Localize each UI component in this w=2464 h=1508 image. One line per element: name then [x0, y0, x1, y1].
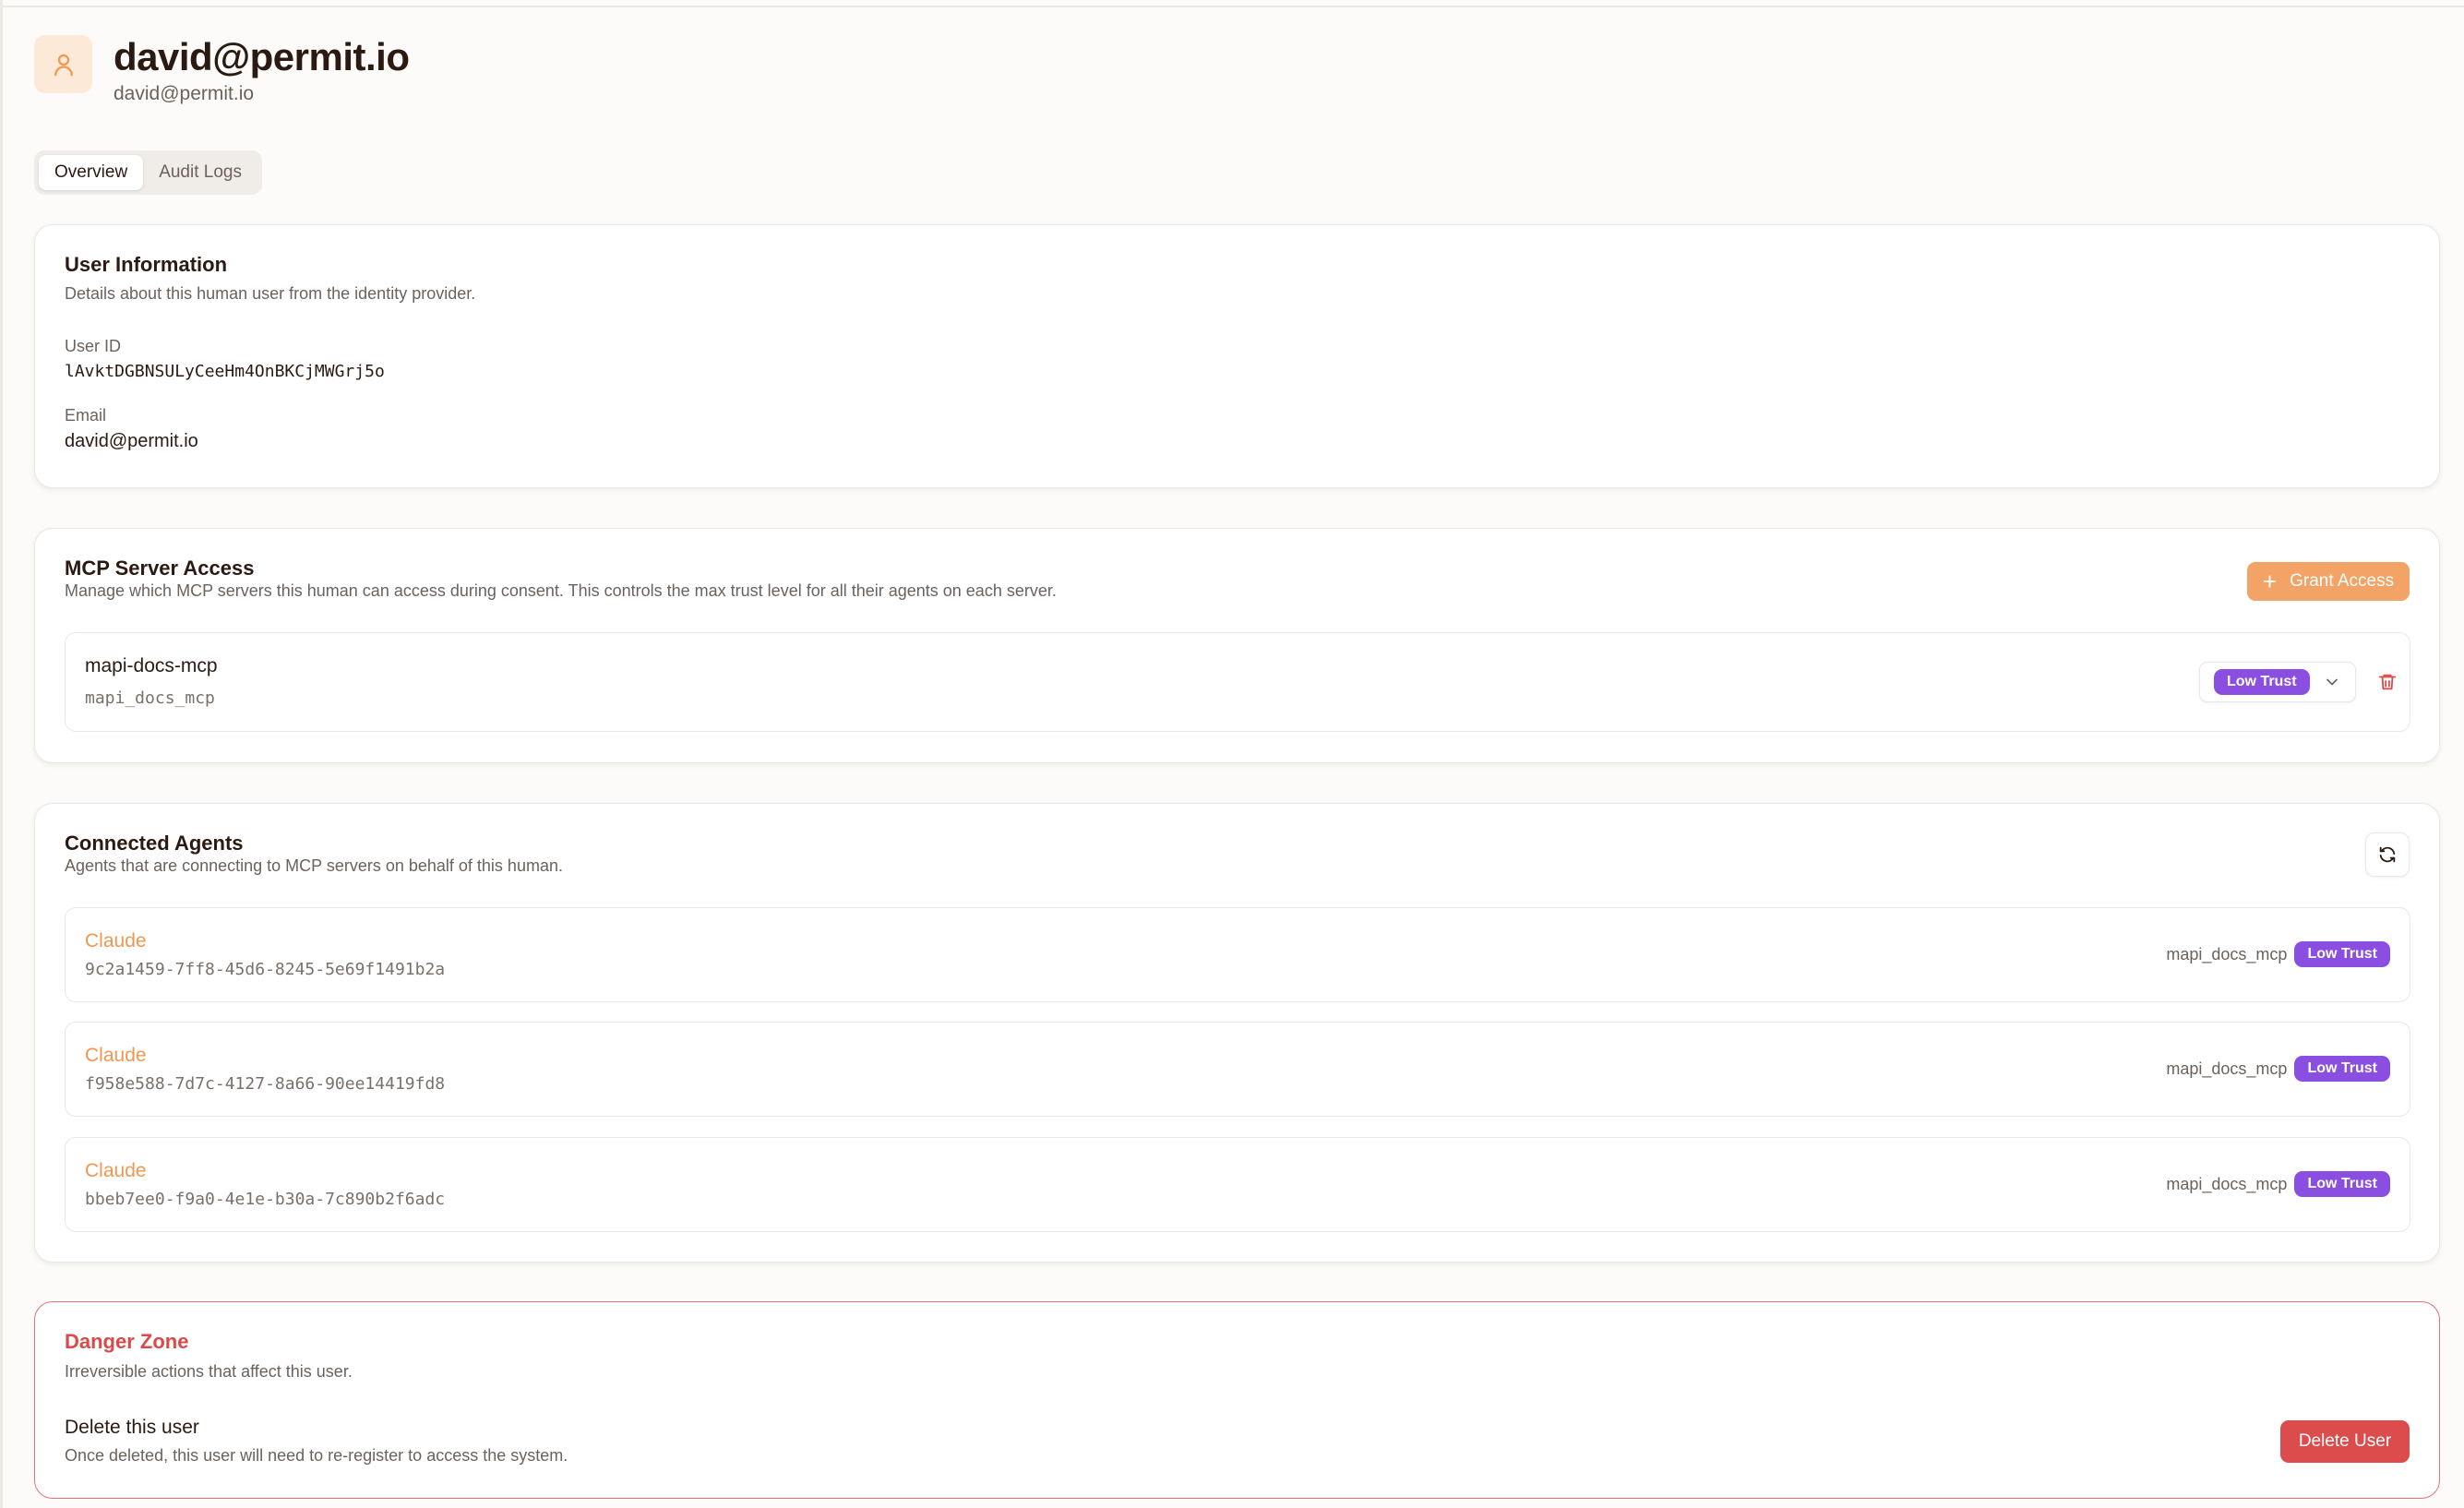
grant-access-label: Grant Access [2290, 571, 2395, 591]
agent-id: bbeb7ee0-f9a0-4e1e-b30a-7c890b2f6adc [85, 1190, 446, 1209]
chevron-down-icon [2326, 678, 2338, 686]
trust-badge: Low Trust [2214, 669, 2310, 695]
trust-badge: Low Trust [2294, 1171, 2390, 1197]
agent-id: 9c2a1459-7ff8-45d6-8245-5e69f1491b2a [85, 960, 446, 979]
tab-audit-logs[interactable]: Audit Logs [143, 155, 257, 190]
email-label: Email [65, 406, 107, 425]
delete-user-description: Once deleted, this user will need to re-… [65, 1446, 568, 1465]
email-value: david@permit.io [65, 431, 198, 451]
agent-id: f958e588-7d7c-4127-8a66-90ee14419fd8 [85, 1074, 446, 1094]
card-description: Details about this human user from the i… [65, 284, 476, 303]
top-divider [0, 6, 2464, 7]
user-icon [54, 54, 73, 76]
trust-level-select[interactable]: Low Trust [2199, 662, 2356, 702]
refresh-icon [2379, 846, 2396, 863]
header-text: david@permit.io david@permit.io [114, 35, 410, 105]
plus-icon: + [2262, 568, 2278, 595]
user-id-value: lAvktDGBNSULyCeeHm4OnBKCjMWGrj5o [65, 362, 385, 381]
server-name: mapi-docs-mcp [85, 655, 218, 676]
left-divider [0, 0, 3, 1508]
agent-name[interactable]: Claude [85, 930, 147, 952]
danger-zone-description: Irreversible actions that affect this us… [65, 1362, 353, 1381]
avatar [34, 35, 92, 93]
card-title: MCP Server Access [65, 557, 255, 580]
server-id: mapi_docs_mcp [85, 688, 215, 708]
trust-badge: Low Trust [2294, 941, 2390, 967]
page-header: david@permit.io david@permit.io [34, 35, 410, 105]
card-title: User Information [65, 253, 228, 276]
page-title: david@permit.io [114, 35, 410, 78]
agent-access: mapi_docs_mcp Low Trust [2166, 1056, 2390, 1082]
agent-access: mapi_docs_mcp Low Trust [2166, 941, 2390, 967]
agent-name[interactable]: Claude [85, 1045, 147, 1067]
agent-row[interactable]: Claude f958e588-7d7c-4127-8a66-90ee14419… [65, 1022, 2410, 1117]
agent-row[interactable]: Claude 9c2a1459-7ff8-45d6-8245-5e69f1491… [65, 907, 2410, 1002]
trash-icon[interactable] [2377, 672, 2398, 692]
tab-bar: Overview Audit Logs [34, 150, 262, 195]
user-information-card: User Information Details about this huma… [34, 224, 2440, 488]
page: david@permit.io david@permit.io Overview… [0, 0, 2464, 1508]
user-id-label: User ID [65, 337, 122, 355]
page-subtitle: david@permit.io [114, 83, 255, 104]
grant-access-button[interactable]: + Grant Access [2247, 562, 2410, 601]
card-title: Connected Agents [65, 832, 244, 855]
delete-user-button[interactable]: Delete User [2280, 1420, 2410, 1463]
agent-row[interactable]: Claude bbeb7ee0-f9a0-4e1e-b30a-7c890b2f6… [65, 1137, 2410, 1232]
agent-server: mapi_docs_mcp [2166, 944, 2288, 963]
danger-zone-title: Danger Zone [65, 1330, 189, 1353]
agent-access: mapi_docs_mcp Low Trust [2166, 1171, 2390, 1197]
danger-zone-card: Danger Zone Irreversible actions that af… [34, 1301, 2440, 1499]
agent-name[interactable]: Claude [85, 1160, 147, 1182]
trust-badge: Low Trust [2294, 1056, 2390, 1082]
card-description: Manage which MCP servers this human can … [65, 581, 1057, 600]
mcp-server-access-card: MCP Server Access Manage which MCP serve… [34, 528, 2440, 763]
tab-overview[interactable]: Overview [39, 155, 144, 190]
card-description: Agents that are connecting to MCP server… [65, 856, 563, 875]
agent-server: mapi_docs_mcp [2166, 1059, 2288, 1078]
agent-server: mapi_docs_mcp [2166, 1174, 2288, 1193]
connected-agents-card: Connected Agents Agents that are connect… [34, 803, 2440, 1263]
server-access-row: mapi-docs-mcp mapi_docs_mcp Low Trust [65, 632, 2410, 732]
delete-user-title: Delete this user [65, 1417, 199, 1438]
refresh-button[interactable] [2365, 832, 2410, 877]
